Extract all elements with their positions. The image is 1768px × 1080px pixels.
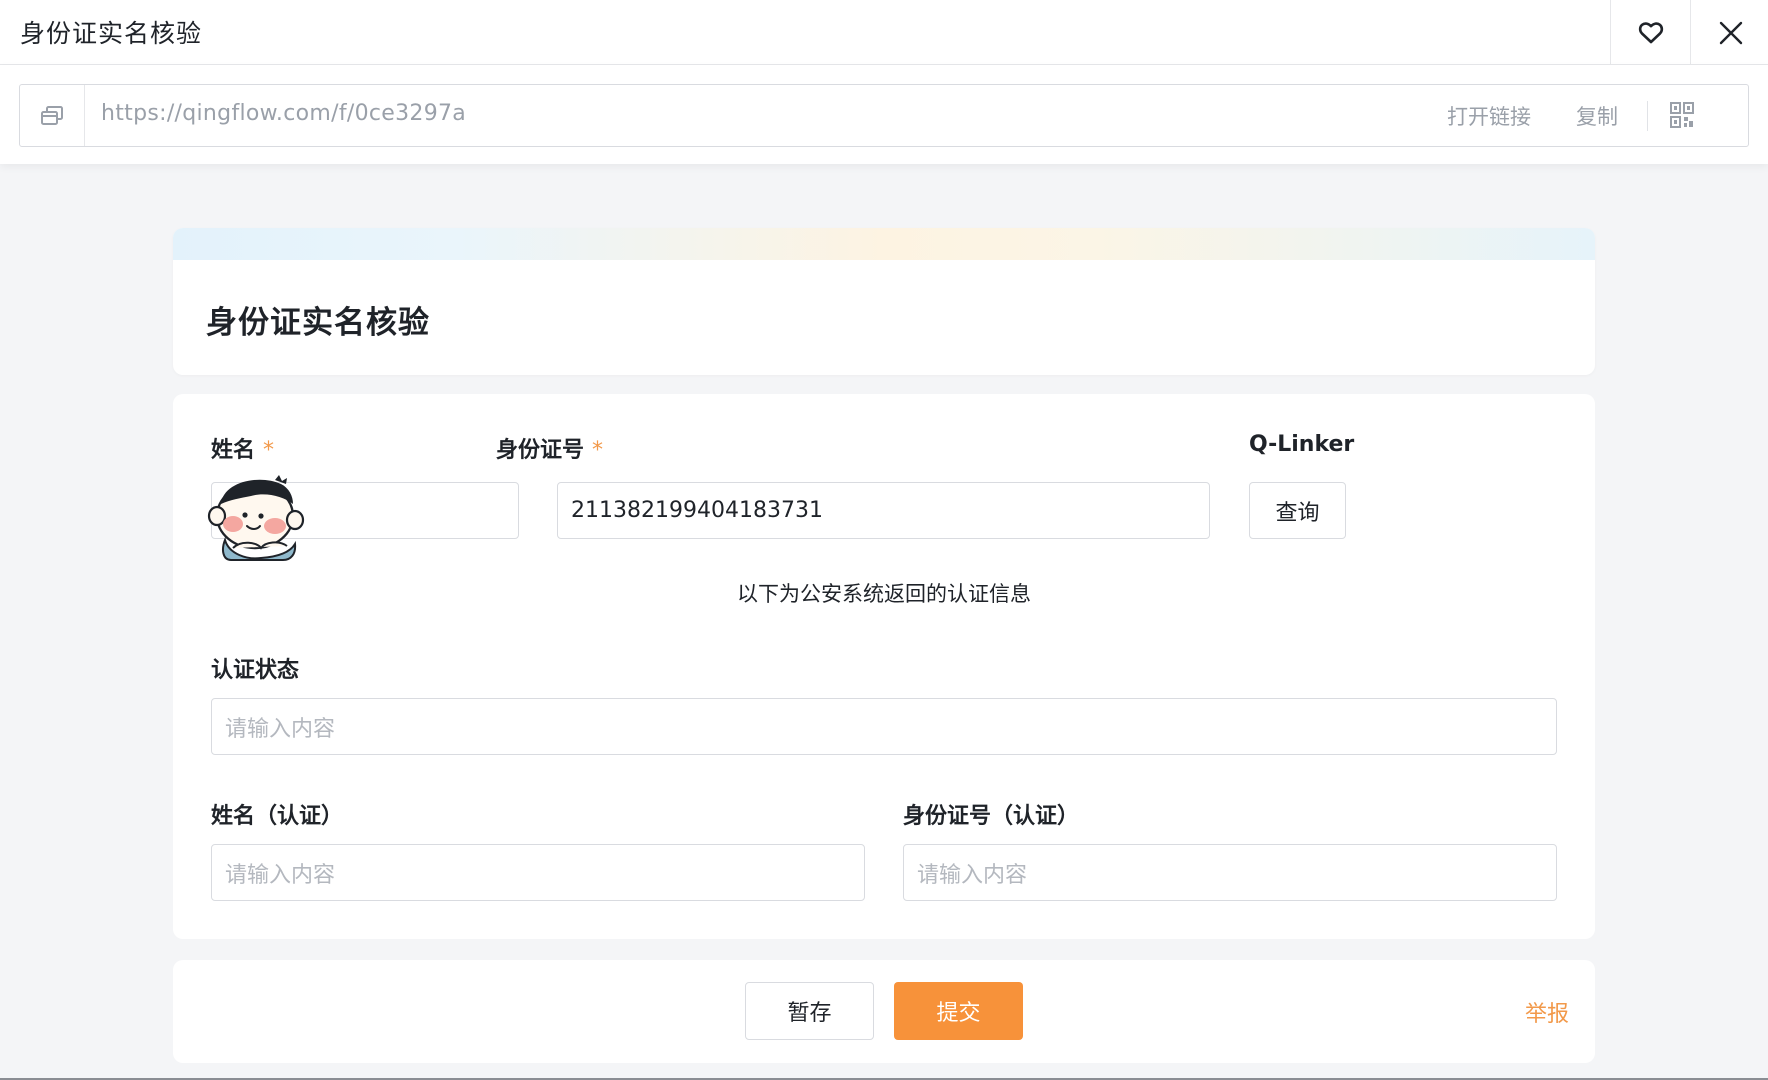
name-label: 姓名 * <box>211 432 274 464</box>
copy-link-button[interactable]: 复制 <box>1576 101 1618 131</box>
qlinker-label: Q-Linker <box>1249 432 1355 457</box>
auth-id-input[interactable]: 请输入内容 <box>903 844 1557 901</box>
report-link[interactable]: 举报 <box>1525 996 1569 1028</box>
url-bar: https://qingflow.com/f/0ce3297a 打开链接 复制 <box>19 84 1749 147</box>
auth-info-text: 以下为公安系统返回的认证信息 <box>737 582 1031 606</box>
required-mark: * <box>263 438 275 463</box>
close-button[interactable] <box>1690 0 1768 65</box>
cartoon-avatar-icon <box>207 475 305 561</box>
form-header-card: 身份证实名核验 <box>173 228 1595 375</box>
close-icon <box>1719 21 1742 44</box>
save-draft-button[interactable]: 暂存 <box>745 982 874 1040</box>
url-icon-box <box>20 85 85 146</box>
qr-code-button[interactable] <box>1669 101 1695 133</box>
url-text[interactable]: https://qingflow.com/f/0ce3297a <box>101 101 466 126</box>
id-number-input[interactable]: 211382199404183731 <box>557 482 1210 539</box>
form-footer-card: 暂存 提交 举报 <box>173 960 1595 1063</box>
auth-id-label: 身份证号（认证） <box>903 804 1080 829</box>
auth-status-input[interactable]: 请输入内容 <box>211 698 1557 755</box>
share-link-panel: https://qingflow.com/f/0ce3297a 打开链接 复制 <box>0 65 1768 164</box>
id-number-label: 身份证号 * <box>496 432 603 464</box>
copy-window-icon <box>41 105 63 125</box>
form-title: 身份证实名核验 <box>206 305 430 341</box>
required-mark: * <box>592 438 604 463</box>
auth-status-label: 认证状态 <box>211 658 300 683</box>
open-link-button[interactable]: 打开链接 <box>1447 101 1531 131</box>
favorite-button[interactable] <box>1610 0 1690 65</box>
qr-code-icon <box>1670 102 1694 128</box>
submit-button[interactable]: 提交 <box>894 982 1023 1040</box>
auth-name-label: 姓名（认证） <box>211 804 344 829</box>
auth-name-input[interactable]: 请输入内容 <box>211 844 865 901</box>
query-button[interactable]: 查询 <box>1249 482 1346 539</box>
form-card: 姓名 * 身份证号 * 211382199404183731 Q-Linker 查询… <box>173 394 1595 939</box>
name-label-text: 姓名 <box>211 438 256 463</box>
divider <box>1647 101 1648 131</box>
title-bar: 身份证实名核验 <box>0 0 1768 65</box>
window-title: 身份证实名核验 <box>20 19 203 48</box>
heart-icon <box>1638 21 1663 43</box>
header-gradient <box>173 228 1595 260</box>
id-number-label-text: 身份证号 <box>496 438 585 463</box>
